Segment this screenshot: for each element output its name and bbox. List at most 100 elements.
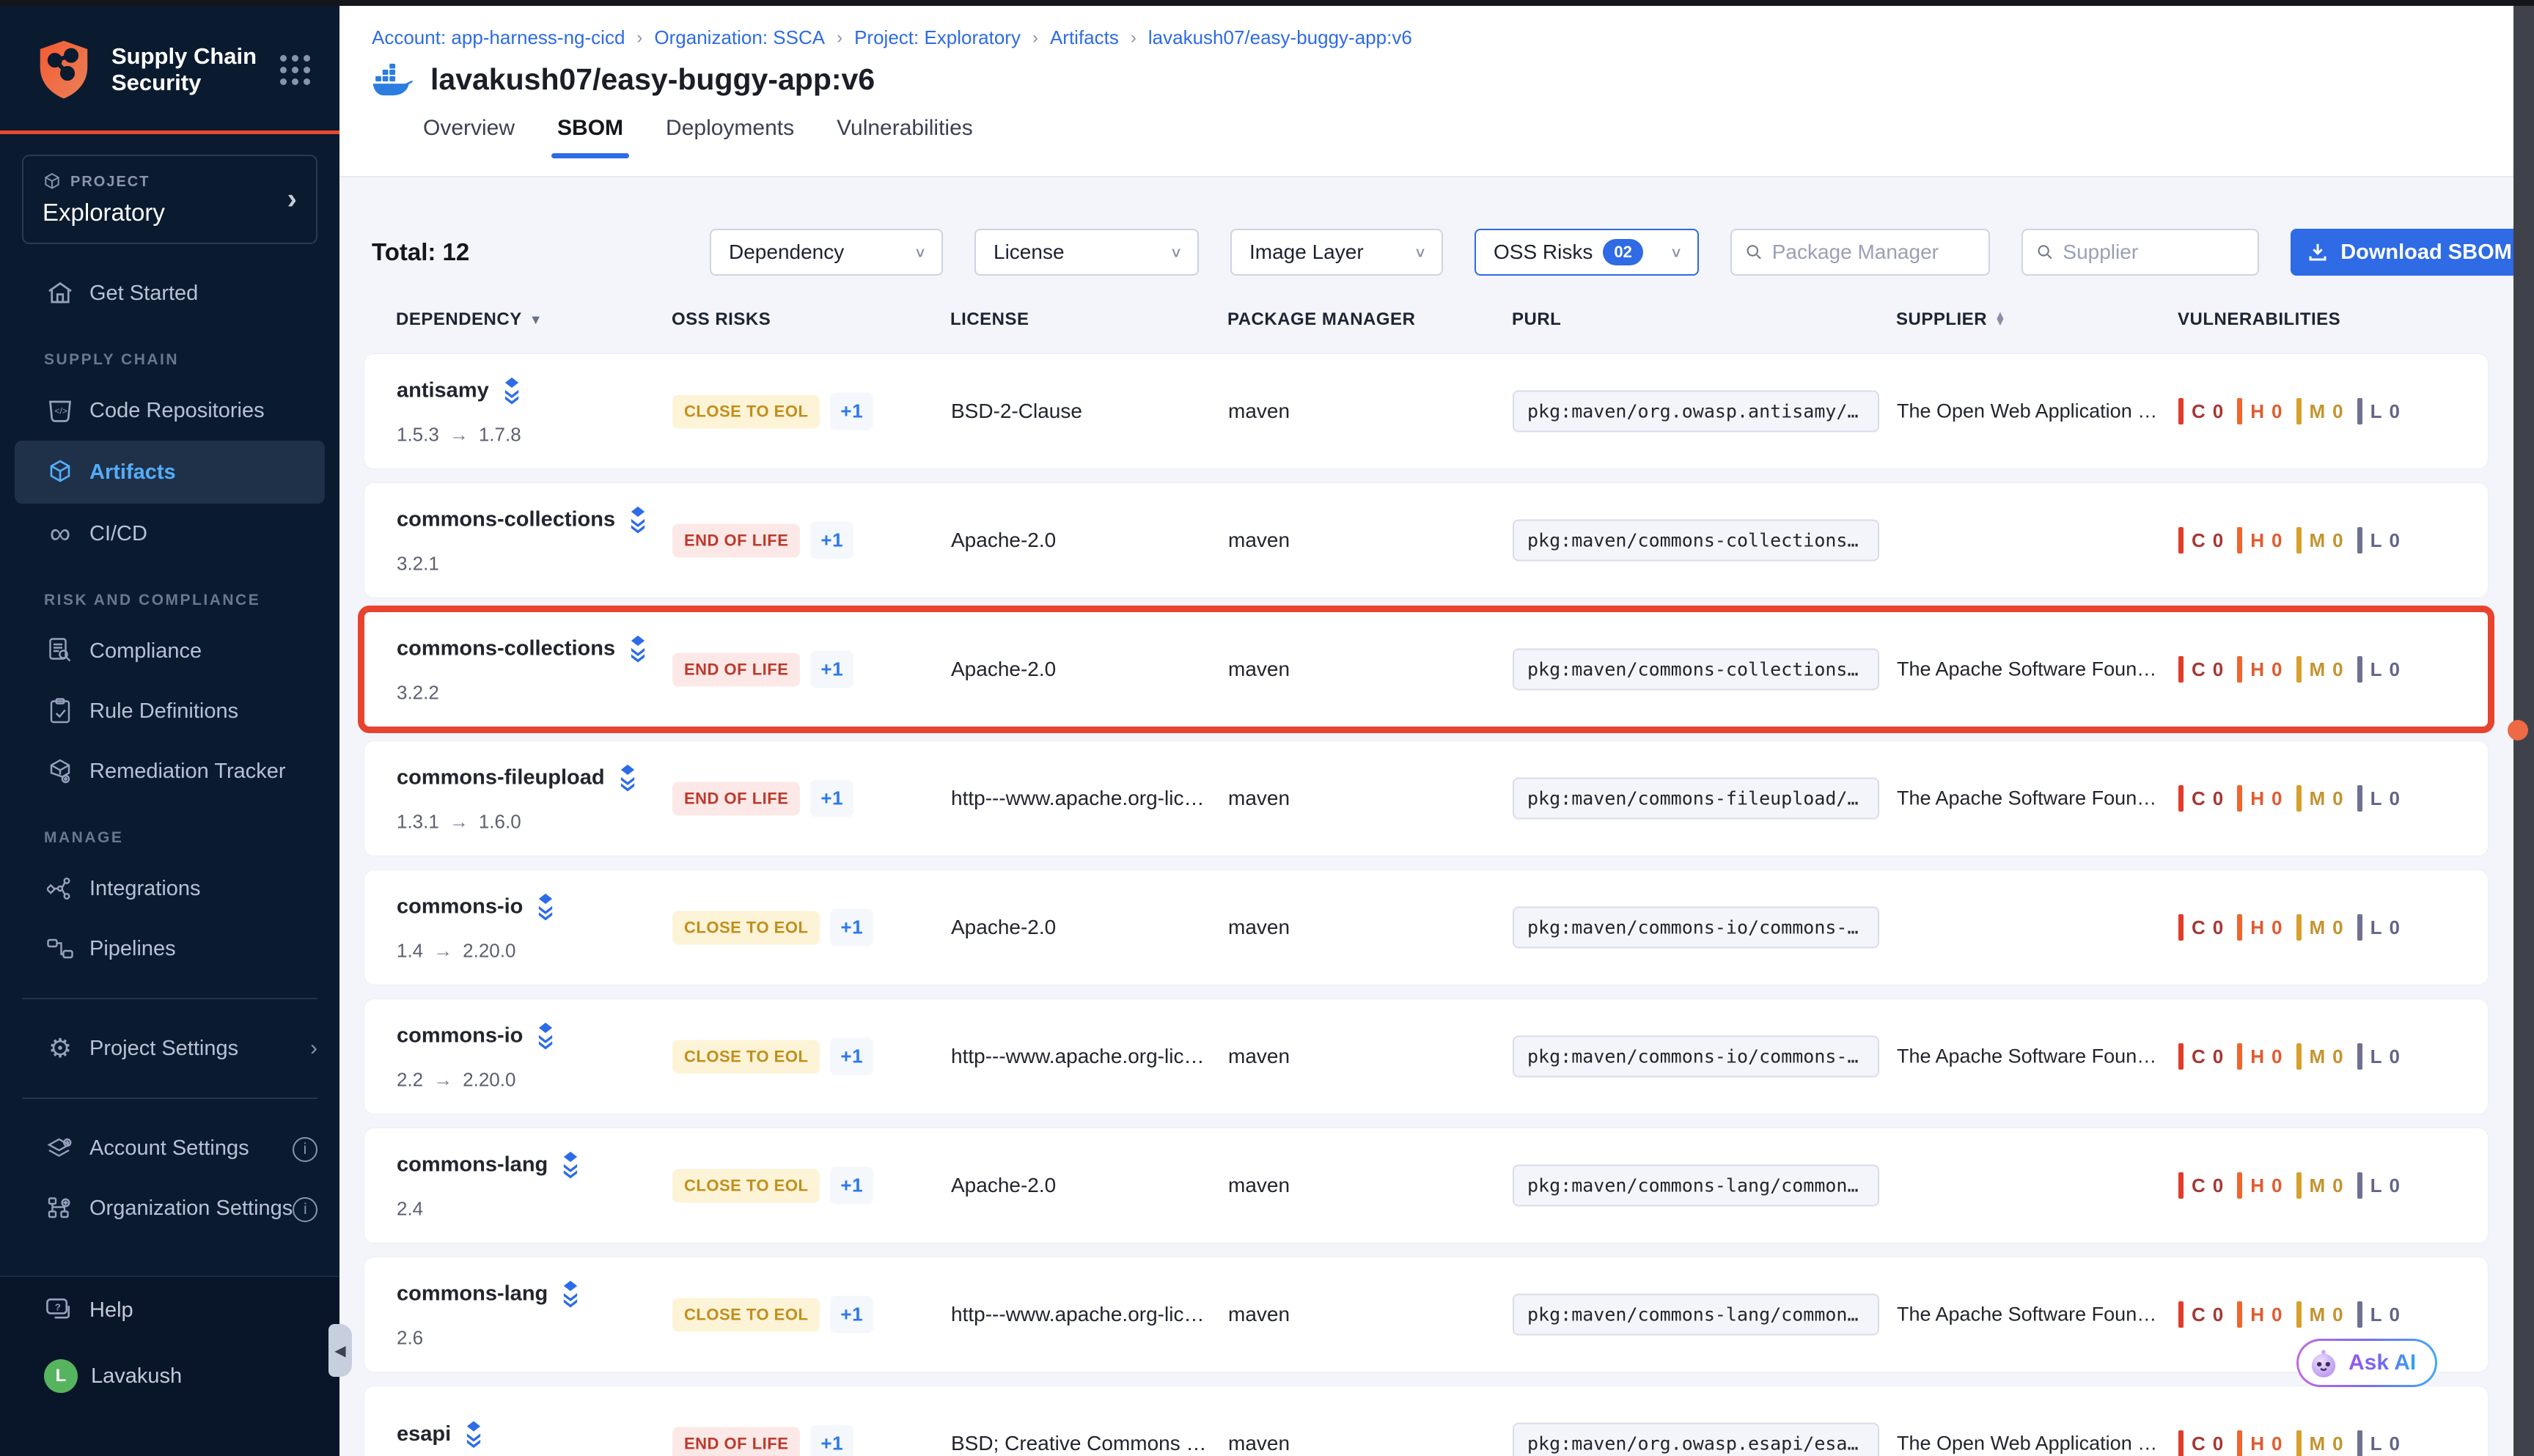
tab-sbom[interactable]: SBOM (557, 116, 623, 158)
sidebar-item-get-started[interactable]: Get Started (0, 263, 339, 323)
severity-h-count: H0 (2237, 785, 2283, 812)
project-selector[interactable]: PROJECT Exploratory › (22, 155, 317, 244)
column-header-license[interactable]: LICENSE (950, 309, 1029, 330)
oss-risk-more-badge[interactable]: +1 (830, 909, 873, 946)
sidebar-item-ci-cd[interactable]: ∞CI/CD (0, 504, 339, 564)
page-header: Account: app-harness-ng-cicd › Organizatio… (339, 6, 2534, 177)
sidebar-item-integrations[interactable]: Integrations (0, 858, 339, 919)
sidebar-footer: ? Help L Lavakush (0, 1276, 339, 1456)
oss-risk-more-badge[interactable]: +1 (810, 780, 853, 817)
sidebar-item-organization-settings[interactable]: Organization Settingsi (0, 1178, 339, 1238)
sidebar-item-project-settings[interactable]: ⚙Project Settings› (0, 1018, 339, 1078)
search-icon (1745, 242, 1763, 262)
breadcrumb-item[interactable]: lavakush07/easy-buggy-app:v6 (1148, 26, 1412, 49)
table-row[interactable]: commons-fileupload 1.3.1 → 1.6.0 END OF … (364, 740, 2489, 856)
layers-icon (533, 893, 558, 921)
license-value: BSD-2-Clause (951, 400, 1082, 423)
package-manager-value: maven (1228, 1174, 1290, 1197)
column-header-supplier[interactable]: SUPPLIER▲▼ (1896, 309, 2006, 330)
brand-accent-divider (0, 130, 339, 134)
svg-text:?: ? (55, 1302, 61, 1313)
layers-icon (499, 377, 524, 405)
app-grid-icon[interactable] (280, 55, 310, 85)
package-manager-value: maven (1228, 529, 1290, 552)
package-manager-search-input[interactable] (1772, 240, 1975, 264)
ask-ai-label: Ask AI (2348, 1350, 2416, 1375)
column-header-oss-risks[interactable]: OSS RISKS (672, 309, 771, 330)
sidebar-item-label: Remediation Tracker (89, 760, 286, 784)
ask-ai-button[interactable]: Ask AI (2296, 1339, 2437, 1387)
cube-icon (44, 457, 76, 487)
dependency-filter-label: Dependency (729, 240, 844, 264)
help-button[interactable]: ? Help (0, 1277, 339, 1343)
oss-risk-more-badge[interactable]: +1 (830, 1167, 873, 1205)
breadcrumb-item[interactable]: Artifacts (1050, 26, 1119, 49)
sort-desc-icon[interactable]: ▼ (529, 312, 543, 328)
sidebar-collapse-handle[interactable]: ◀ (328, 1324, 352, 1377)
sidebar-item-remediation-tracker[interactable]: Remediation Tracker (0, 741, 339, 801)
license-value: Apache-2.0 (951, 916, 1056, 939)
image-layer-filter-select[interactable]: Image Layer ∨ (1230, 229, 1443, 276)
sidebar-item-compliance[interactable]: Compliance (0, 621, 339, 681)
breadcrumb-item[interactable]: Account: app-harness-ng-cicd (372, 26, 625, 49)
sidebar-item-rule-definitions[interactable]: Rule Definitions (0, 681, 339, 741)
column-header-dependency[interactable]: DEPENDENCY▼ (396, 309, 543, 330)
supplier-value: The Apache Software Foun… (1897, 787, 2156, 810)
supplier-search-input[interactable] (2063, 240, 2244, 264)
table-row[interactable]: esapi → END OF LIFE +1 BSD; Creative Com… (364, 1386, 2489, 1456)
dependency-filter-select[interactable]: Dependency ∨ (710, 229, 943, 276)
sidebar-item-pipelines[interactable]: Pipelines (0, 919, 339, 979)
table-row[interactable]: commons-io 2.2 → 2.20.0 CLOSE TO EOL +1 … (364, 999, 2489, 1114)
column-header-purl[interactable]: PURL (1512, 309, 1561, 330)
oss-risk-more-badge[interactable]: +1 (830, 393, 873, 430)
breadcrumb-separator: › (837, 28, 842, 48)
tab-deployments[interactable]: Deployments (666, 116, 794, 158)
info-icon[interactable]: i (293, 1135, 317, 1162)
oss-risks-filter-select[interactable]: OSS Risks 02 ∨ (1475, 229, 1699, 276)
oss-risk-more-badge[interactable]: +1 (810, 522, 853, 559)
table-row[interactable]: commons-lang 2.4 → CLOSE TO EOL +1 Apach… (364, 1128, 2489, 1243)
severity-h-count: H0 (2237, 527, 2283, 554)
download-sbom-button[interactable]: Download SBOM (2291, 229, 2528, 276)
package-manager-search (1730, 229, 1990, 276)
purl-value[interactable]: pkg:maven/commons-lang/commons-l… (1513, 1294, 1879, 1336)
table-row[interactable]: commons-lang 2.6 → CLOSE TO EOL +1 http-… (364, 1257, 2489, 1372)
sidebar-item-artifacts[interactable]: Artifacts (15, 441, 325, 504)
purl-value[interactable]: pkg:maven/org.owasp.esapi/esapi@… (1513, 1423, 1879, 1456)
tab-vulnerabilities[interactable]: Vulnerabilities (837, 116, 973, 158)
oss-risk-badge: END OF LIFE (672, 1427, 800, 1456)
purl-value[interactable]: pkg:maven/org.owasp.antisamy/ant… (1513, 391, 1879, 433)
oss-risk-more-badge[interactable]: +1 (830, 1296, 873, 1334)
layers-icon (461, 1420, 486, 1448)
table-row[interactable]: antisamy 1.5.3 → 1.7.8 CLOSE TO EOL +1 B… (364, 353, 2489, 469)
sidebar-item-code-repositories[interactable]: </>Code Repositories (0, 380, 339, 441)
column-header-package-manager[interactable]: PACKAGE MANAGER (1227, 309, 1415, 330)
chevron-down-icon: ∨ (1670, 243, 1683, 260)
vulnerability-counts: C0H0M0L0 (2178, 1172, 2401, 1199)
purl-value[interactable]: pkg:maven/commons-io/commons-io@… (1513, 907, 1879, 949)
sidebar-item-account-settings[interactable]: Account Settingsi (0, 1118, 339, 1178)
oss-risk-more-badge[interactable]: +1 (830, 1038, 873, 1076)
oss-risk-more-badge[interactable]: +1 (810, 1425, 853, 1456)
purl-value[interactable]: pkg:maven/commons-collections/co… (1513, 649, 1879, 691)
info-icon[interactable]: i (293, 1195, 317, 1222)
user-menu[interactable]: L Lavakush (0, 1343, 339, 1409)
breadcrumb-item[interactable]: Organization: SSCA (654, 26, 825, 49)
purl-value[interactable]: pkg:maven/commons-lang/commons-l… (1513, 1165, 1879, 1207)
purl-value[interactable]: pkg:maven/commons-io/commons-io@… (1513, 1036, 1879, 1078)
severity-m-count: M0 (2296, 914, 2344, 941)
table-row-highlighted[interactable]: commons-collections 3.2.2 → END OF LIFE … (364, 611, 2489, 727)
table-row[interactable]: commons-io 1.4 → 2.20.0 CLOSE TO EOL +1 … (364, 869, 2489, 985)
breadcrumb-item[interactable]: Project: Exploratory (854, 26, 1021, 49)
purl-value[interactable]: pkg:maven/commons-fileupload/com… (1513, 778, 1879, 820)
sort-icon[interactable]: ▲▼ (1994, 313, 2006, 326)
tab-overview[interactable]: Overview (423, 116, 515, 158)
vulnerability-counts: C0H0M0L0 (2178, 1430, 2401, 1456)
project-name: Exploratory (43, 199, 297, 227)
column-header-vulnerabilities[interactable]: VULNERABILITIES (2178, 309, 2340, 330)
license-filter-select[interactable]: License ∨ (974, 229, 1199, 276)
oss-risk-more-badge[interactable]: +1 (810, 651, 853, 688)
purl-value[interactable]: pkg:maven/commons-collections/co… (1513, 520, 1879, 562)
package-manager-value: maven (1228, 1303, 1290, 1326)
table-row[interactable]: commons-collections 3.2.1 → END OF LIFE … (364, 482, 2489, 598)
